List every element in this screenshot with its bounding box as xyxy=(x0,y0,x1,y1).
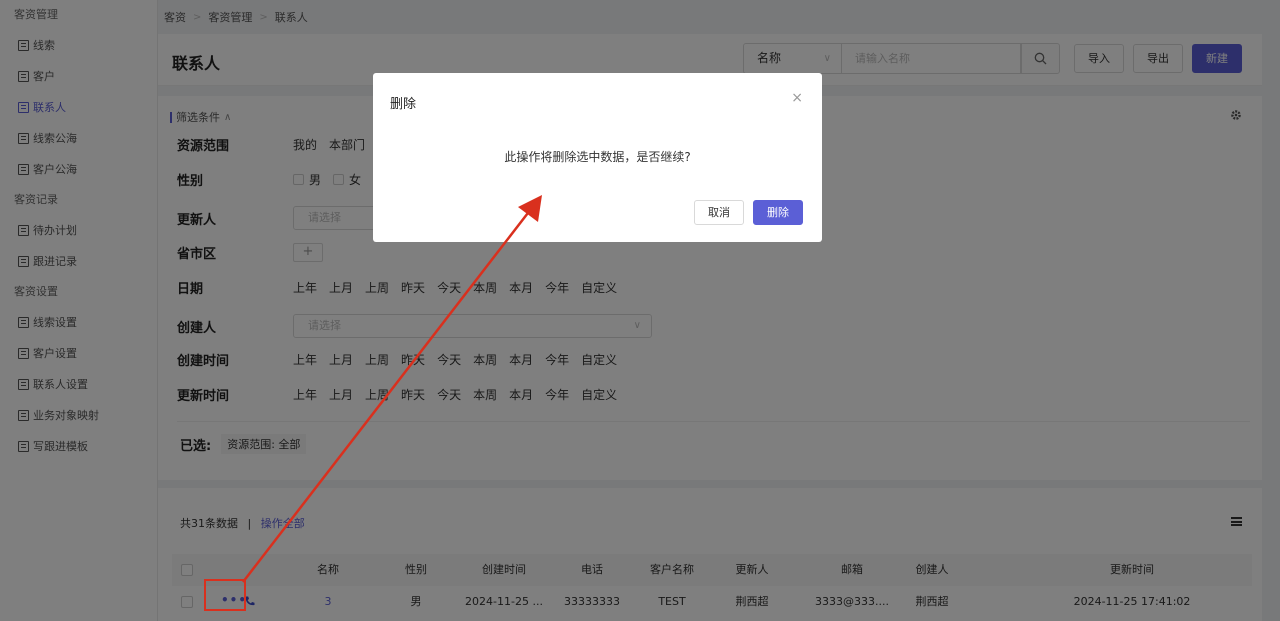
confirm-delete-button[interactable]: 删除 xyxy=(753,200,803,225)
dialog-message: 此操作将删除选中数据，是否继续? xyxy=(504,150,691,164)
close-icon[interactable]: × xyxy=(791,90,803,106)
dialog-title: 删除 xyxy=(390,97,417,112)
cancel-button[interactable]: 取消 xyxy=(694,200,744,225)
annotation-highlight-box xyxy=(204,579,246,611)
delete-dialog: 删除 × 此操作将删除选中数据，是否继续? 取消 删除 xyxy=(373,73,822,242)
